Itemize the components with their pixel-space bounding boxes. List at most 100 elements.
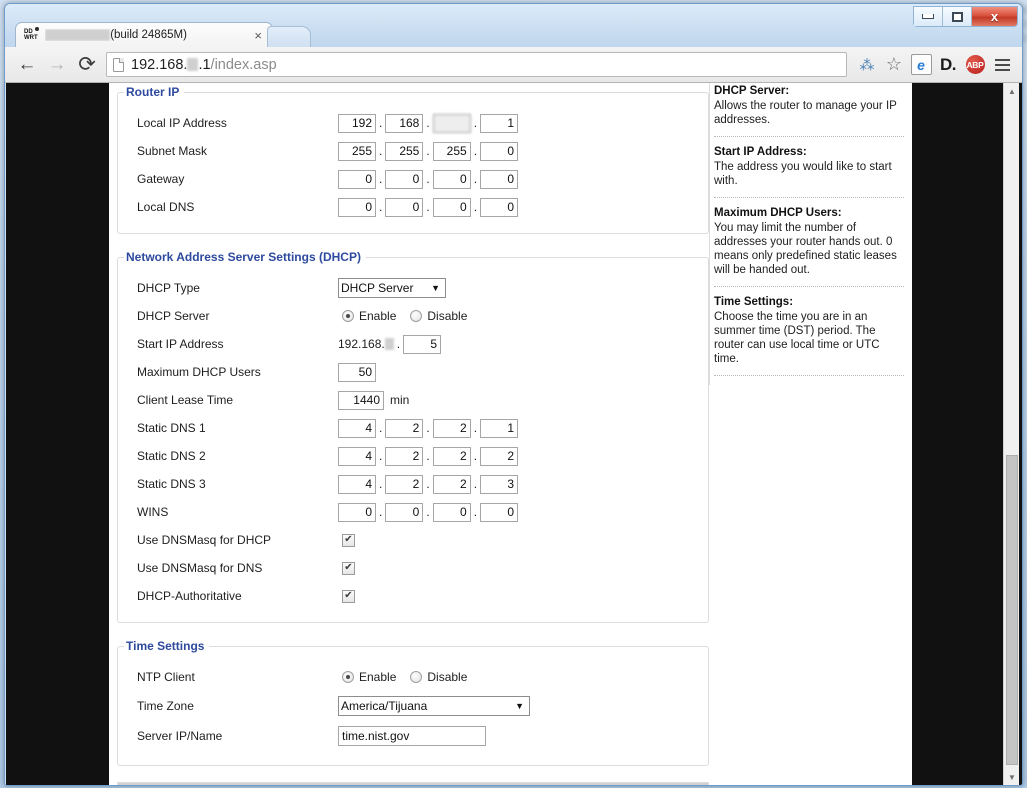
- help-item-dhcp-server: DHCP Server: Allows the router to manage…: [714, 83, 904, 136]
- bookmark-star-icon[interactable]: ☆: [881, 52, 907, 78]
- client-lease-time-unit: min: [390, 393, 409, 407]
- static-dns-2-octet-3[interactable]: [433, 447, 471, 466]
- ntp-client-enable-label: Enable: [359, 670, 396, 684]
- browser-viewport: Router IP Local IP Address . . . Subnet …: [6, 83, 1023, 786]
- local-dns-octet-3[interactable]: [433, 198, 471, 217]
- disconnect-glyph: D.: [940, 55, 956, 75]
- gateway-octet-4[interactable]: [480, 170, 518, 189]
- use-dnsmasq-for-dhcp-control: ✔: [338, 534, 355, 547]
- new-tab-button[interactable]: [267, 26, 311, 47]
- gateway-octet-1[interactable]: [338, 170, 376, 189]
- use-dnsmasq-for-dhcp-checkbox[interactable]: ✔: [342, 534, 355, 547]
- radio-on-icon: [342, 310, 354, 322]
- static-dns-2-octet-2[interactable]: [385, 447, 423, 466]
- start-ip-last-octet[interactable]: [403, 335, 441, 354]
- gateway-octet-2[interactable]: [385, 170, 423, 189]
- wins-octet-1[interactable]: [338, 503, 376, 522]
- ie-tab-extension-icon[interactable]: e: [908, 52, 934, 78]
- row-server-ip-name: Server IP/Name: [126, 721, 700, 751]
- bookmark-sync-icon[interactable]: ⁂: [854, 52, 880, 78]
- wins-octet-3[interactable]: [433, 503, 471, 522]
- ntp-client-radios: Enable Disable: [338, 670, 481, 684]
- wins-octet-4[interactable]: [480, 503, 518, 522]
- subnet-octet-1[interactable]: [338, 142, 376, 161]
- use-dnsmasq-for-dns-checkbox[interactable]: ✔: [342, 562, 355, 575]
- help-body: The address you would like to start with…: [714, 160, 904, 188]
- start-ip-redaction: [385, 338, 394, 350]
- browser-titlebar: DDWRT ████████(build 24865M) × x: [5, 4, 1022, 47]
- start-ip-prefix: 192.168.: [338, 337, 385, 351]
- static-dns-3-octet-3[interactable]: [433, 475, 471, 494]
- static-dns-1-octets: . . .: [338, 419, 518, 438]
- disconnect-extension-icon[interactable]: D.: [935, 52, 961, 78]
- static-dns-1-octet-3[interactable]: [433, 419, 471, 438]
- local-ip-octet-3[interactable]: [433, 114, 471, 133]
- row-dhcp-type: DHCP Type DHCP Server ▼: [126, 274, 700, 302]
- scroll-up-arrow-icon[interactable]: ▲: [1004, 83, 1020, 100]
- close-button[interactable]: x: [972, 7, 1017, 26]
- static-dns-2-octets: . . .: [338, 447, 518, 466]
- chrome-menu-button[interactable]: [989, 52, 1015, 78]
- scrollbar-thumb[interactable]: [1006, 455, 1018, 765]
- local-ip-octet-1[interactable]: [338, 114, 376, 133]
- row-local-dns: Local DNS . . .: [126, 193, 700, 221]
- time-zone-select-wrap: America/Tijuana ▼: [338, 696, 530, 716]
- subnet-octet-2[interactable]: [385, 142, 423, 161]
- tab-close-icon[interactable]: ×: [250, 28, 266, 43]
- local-dns-octet-2[interactable]: [385, 198, 423, 217]
- reload-button[interactable]: ⟳: [72, 51, 102, 79]
- server-ip-name-control: [338, 726, 486, 746]
- server-ip-name-input[interactable]: [338, 726, 486, 746]
- scroll-down-arrow-icon[interactable]: ▼: [1004, 769, 1020, 786]
- forward-button[interactable]: →: [42, 51, 72, 79]
- adblock-plus-extension-icon[interactable]: ABP: [962, 52, 988, 78]
- minimize-button[interactable]: [914, 7, 943, 26]
- ntp-client-disable-radio[interactable]: Disable: [410, 670, 467, 684]
- help-item-start-ip-address: Start IP Address: The address you would …: [714, 146, 904, 197]
- static-dns-1-octet-2[interactable]: [385, 419, 423, 438]
- dhcp-server-enable-radio[interactable]: Enable: [342, 309, 396, 323]
- static-dns-3-octet-4[interactable]: [480, 475, 518, 494]
- row-subnet-mask: Subnet Mask . . .: [126, 137, 700, 165]
- local-dns-octet-4[interactable]: [480, 198, 518, 217]
- local-ip-octet-2[interactable]: [385, 114, 423, 133]
- subnet-octet-4[interactable]: [480, 142, 518, 161]
- row-static-dns-2: Static DNS 2 . . .: [126, 442, 700, 470]
- page-scrollbar[interactable]: ▲ ▼: [1003, 83, 1019, 786]
- static-dns-3-octet-1[interactable]: [338, 475, 376, 494]
- dhcp-server-disable-radio[interactable]: Disable: [410, 309, 467, 323]
- static-dns-3-octet-2[interactable]: [385, 475, 423, 494]
- help-divider: [714, 375, 904, 376]
- ntp-client-enable-radio[interactable]: Enable: [342, 670, 396, 684]
- label-local-ip-address: Local IP Address: [126, 116, 338, 130]
- local-dns-octet-1[interactable]: [338, 198, 376, 217]
- gateway-octet-3[interactable]: [433, 170, 471, 189]
- time-zone-control: America/Tijuana ▼: [338, 696, 530, 716]
- help-item-maximum-dhcp-users: Maximum DHCP Users: You may limit the nu…: [714, 207, 904, 286]
- help-divider: [714, 286, 904, 287]
- local-dns-octets: . . .: [338, 198, 518, 217]
- help-body: Allows the router to manage your IP addr…: [714, 99, 904, 127]
- local-ip-octet-4[interactable]: [480, 114, 518, 133]
- label-use-dnsmasq-for-dhcp: Use DNSMasq for DHCP: [126, 533, 338, 547]
- static-dns-2-octet-1[interactable]: [338, 447, 376, 466]
- back-button[interactable]: ←: [12, 51, 42, 79]
- maximize-button[interactable]: [943, 7, 972, 26]
- static-dns-2-octet-4[interactable]: [480, 447, 518, 466]
- row-use-dnsmasq-for-dns: Use DNSMasq for DNS ✔: [126, 554, 700, 582]
- maximum-dhcp-users-input[interactable]: [338, 363, 376, 382]
- row-static-dns-3: Static DNS 3 . . .: [126, 470, 700, 498]
- router-ip-section: Router IP Local IP Address . . . Subnet …: [117, 85, 709, 234]
- static-dns-1-octet-1[interactable]: [338, 419, 376, 438]
- address-bar[interactable]: 192.168..1/index.asp: [106, 52, 847, 77]
- dhcp-type-select[interactable]: DHCP Server: [338, 278, 446, 298]
- label-server-ip-name: Server IP/Name: [126, 729, 338, 743]
- time-zone-select[interactable]: America/Tijuana: [338, 696, 530, 716]
- browser-tab-ddwrt[interactable]: DDWRT ████████(build 24865M) ×: [15, 22, 273, 47]
- window-controls: x: [913, 6, 1018, 27]
- client-lease-time-input[interactable]: [338, 391, 384, 410]
- wins-octet-2[interactable]: [385, 503, 423, 522]
- dhcp-authoritative-checkbox[interactable]: ✔: [342, 590, 355, 603]
- subnet-octet-3[interactable]: [433, 142, 471, 161]
- static-dns-1-octet-4[interactable]: [480, 419, 518, 438]
